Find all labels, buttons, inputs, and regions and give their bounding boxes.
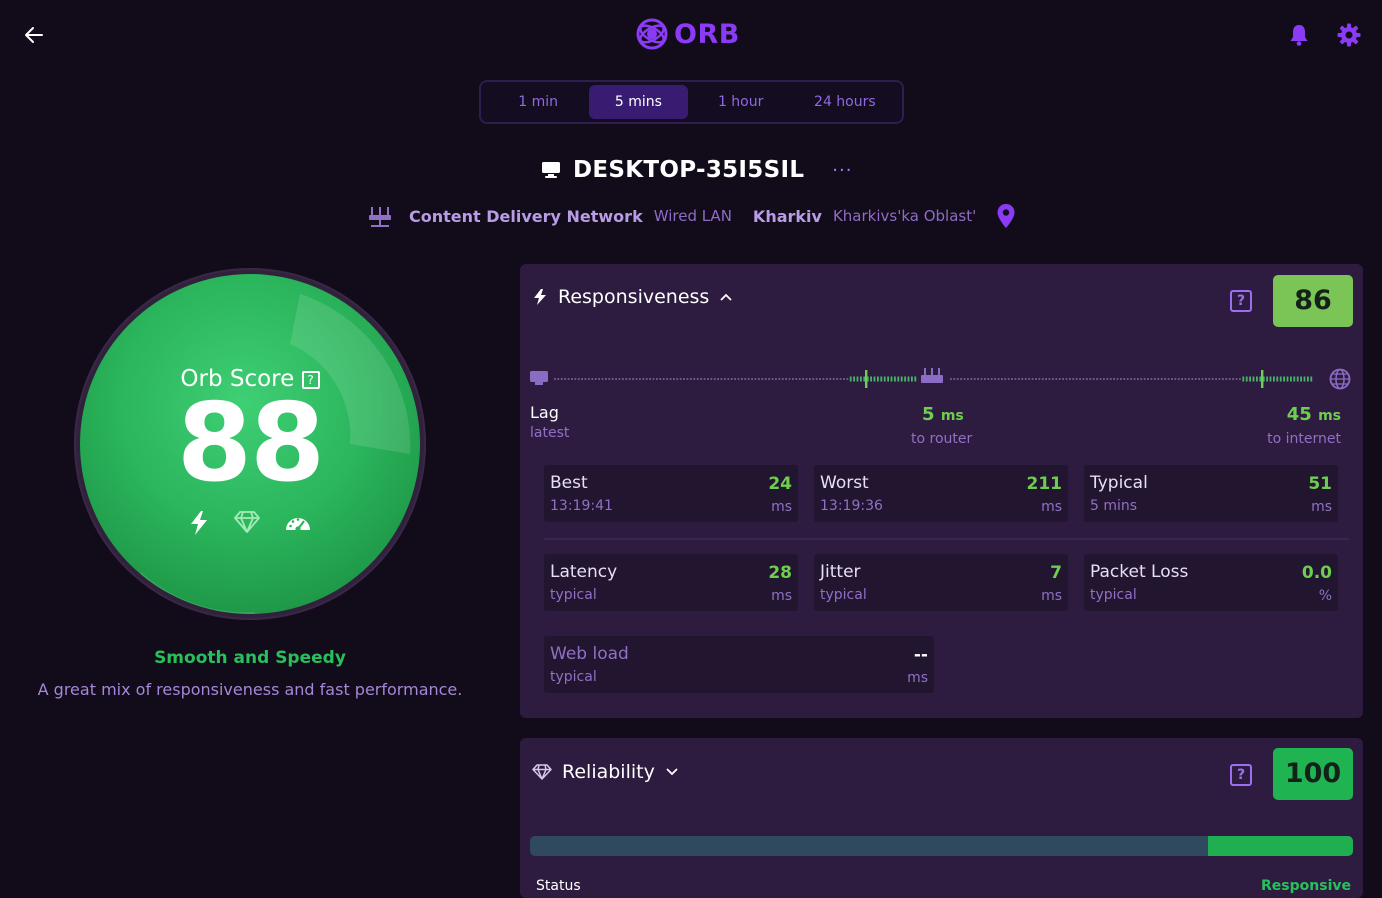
stat-value: 28 bbox=[768, 563, 792, 583]
time-range-tabs: 1 min 5 mins 1 hour 24 hours bbox=[479, 80, 904, 124]
stat-label: Typical bbox=[1090, 473, 1148, 493]
diamond-icon bbox=[234, 511, 260, 533]
responsiveness-title: Responsiveness bbox=[558, 286, 710, 308]
router-icon bbox=[921, 368, 943, 383]
chevron-down-icon bbox=[666, 768, 678, 776]
lightning-icon bbox=[191, 511, 207, 535]
responsiveness-header[interactable]: Responsiveness bbox=[532, 286, 733, 308]
stat-unit: ms bbox=[771, 588, 792, 604]
reliability-status-label: Status bbox=[536, 878, 581, 894]
stat-label: Latency bbox=[550, 562, 618, 582]
stat-label: Jitter bbox=[820, 562, 861, 582]
stat-value: 0.0 bbox=[1301, 563, 1332, 583]
lag-internet-value: 45 ms bbox=[1286, 404, 1341, 425]
device-header: DESKTOP-35I5SIL ··· bbox=[541, 157, 852, 183]
stat-sub: 13:19:36 bbox=[820, 498, 883, 514]
stat-value: 24 bbox=[768, 474, 792, 494]
lag-path-graphic bbox=[530, 368, 1351, 390]
reliability-score-badge: 100 bbox=[1273, 748, 1353, 800]
chevron-up-icon bbox=[720, 293, 732, 301]
tab-1-min[interactable]: 1 min bbox=[487, 85, 589, 119]
stat-value: 51 bbox=[1308, 474, 1332, 494]
reliability-help-button[interactable]: ? bbox=[1230, 764, 1252, 786]
location-region: Kharkivs'ka Oblast' bbox=[832, 207, 977, 225]
orb-score-dial: Orb Score ? 88 bbox=[74, 268, 426, 620]
location-pin-icon[interactable] bbox=[996, 203, 1016, 229]
orb-description: A great mix of responsiveness and fast p… bbox=[37, 680, 463, 699]
speedometer-icon bbox=[286, 518, 310, 532]
orb-logo: ORB bbox=[636, 18, 740, 50]
reliability-uptime-bar bbox=[530, 836, 1353, 856]
stat-label: Web load bbox=[550, 644, 629, 664]
stat-label: Best bbox=[550, 473, 588, 493]
responsiveness-help-button[interactable]: ? bbox=[1230, 290, 1252, 312]
device-name: DESKTOP-35I5SIL bbox=[573, 157, 805, 183]
stat-sub: typical bbox=[550, 587, 597, 603]
network-type: Wired LAN bbox=[653, 207, 732, 225]
lag-router-value: 5 ms bbox=[922, 404, 964, 425]
tab-1-hour[interactable]: 1 hour bbox=[688, 85, 794, 119]
responsiveness-score-badge: 86 bbox=[1273, 275, 1353, 327]
stat-latency: Latency typical 28 ms bbox=[544, 554, 798, 611]
stat-best: Best 13:19:41 24 ms bbox=[544, 465, 798, 522]
back-button[interactable] bbox=[22, 22, 48, 48]
stat-worst: Worst 13:19:36 211 ms bbox=[814, 465, 1068, 522]
orb-verdict: Smooth and Speedy bbox=[154, 648, 346, 668]
stat-jitter: Jitter typical 7 ms bbox=[814, 554, 1068, 611]
location-city: Kharkiv bbox=[752, 206, 822, 226]
lag-sub: latest bbox=[530, 425, 570, 441]
network-info: Content Delivery Network Wired LAN Khark… bbox=[367, 202, 1016, 230]
stat-unit: ms bbox=[1311, 499, 1332, 515]
tab-24-hours[interactable]: 24 hours bbox=[794, 85, 896, 119]
network-name: Content Delivery Network bbox=[409, 206, 643, 226]
stat-sub: typical bbox=[1090, 587, 1137, 603]
stat-sub: typical bbox=[820, 587, 867, 603]
stat-unit: ms bbox=[1041, 499, 1062, 515]
brand-name: ORB bbox=[674, 18, 740, 50]
tab-5-mins[interactable]: 5 mins bbox=[589, 85, 688, 119]
orb-score-value: 88 bbox=[176, 381, 325, 506]
stat-unit: % bbox=[1318, 588, 1332, 604]
stat-unit: ms bbox=[907, 670, 928, 686]
responsiveness-card: Responsiveness ? 86 Lag latest 5 ms to r… bbox=[520, 264, 1363, 718]
orb-logo-icon bbox=[636, 18, 668, 50]
diamond-icon bbox=[532, 764, 552, 780]
desktop-icon bbox=[542, 162, 560, 178]
gear-icon bbox=[1337, 23, 1361, 47]
desktop-icon bbox=[530, 371, 548, 385]
stat-value: -- bbox=[913, 645, 928, 665]
bell-icon bbox=[1290, 25, 1308, 46]
stat-sub: 5 mins bbox=[1090, 498, 1138, 514]
stat-value: 7 bbox=[1050, 563, 1062, 583]
arrow-left-icon bbox=[25, 27, 43, 43]
settings-button[interactable] bbox=[1336, 22, 1362, 48]
stat-sub: typical bbox=[550, 669, 597, 685]
reliability-title: Reliability bbox=[562, 761, 655, 783]
more-options-button[interactable]: ··· bbox=[832, 160, 852, 181]
stat-unit: ms bbox=[771, 499, 792, 515]
lag-internet-sub: to internet bbox=[1267, 431, 1341, 447]
globe-icon bbox=[1329, 368, 1351, 390]
stat-unit: ms bbox=[1041, 588, 1062, 604]
stat-web-load: Web load typical -- ms bbox=[544, 636, 934, 693]
stat-packet-loss: Packet Loss typical 0.0 % bbox=[1084, 554, 1338, 611]
stat-value: 211 bbox=[1026, 474, 1063, 494]
orb-component-icons bbox=[80, 510, 420, 536]
divider bbox=[544, 538, 1349, 540]
notifications-button[interactable] bbox=[1287, 23, 1311, 47]
lightning-icon bbox=[534, 289, 546, 305]
reliability-card: Reliability ? 100 Status Responsive bbox=[520, 738, 1363, 898]
reliability-uptime-fill bbox=[1208, 836, 1353, 856]
reliability-header[interactable]: Reliability bbox=[532, 761, 679, 783]
stat-sub: 13:19:41 bbox=[550, 498, 613, 514]
lag-label: Lag bbox=[530, 403, 559, 422]
stat-label: Packet Loss bbox=[1090, 562, 1189, 582]
lag-router-sub: to router bbox=[911, 431, 973, 447]
stat-typical: Typical 5 mins 51 ms bbox=[1084, 465, 1338, 522]
router-icon bbox=[369, 207, 391, 227]
reliability-status-value: Responsive bbox=[1261, 878, 1351, 894]
stat-label: Worst bbox=[820, 473, 869, 493]
